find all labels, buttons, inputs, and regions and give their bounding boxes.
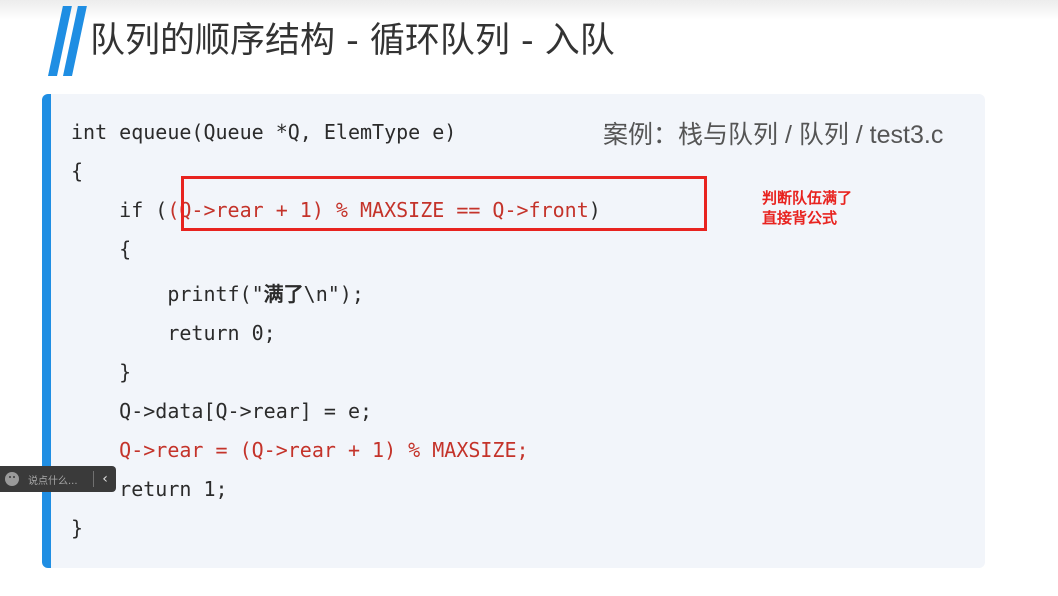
code-line-if-open-brace: { bbox=[71, 237, 132, 261]
code-line-if-close-brace: } bbox=[71, 360, 132, 384]
printf-prefix: printf(" bbox=[167, 282, 264, 306]
highlight-box bbox=[181, 176, 707, 231]
printf-cn-text: 满了 bbox=[263, 282, 304, 306]
printf-indent bbox=[71, 282, 167, 306]
case-label: 案例：栈与队列 / 队列 / test3.c bbox=[603, 121, 944, 149]
code-line-return-0: return 0; bbox=[71, 321, 276, 345]
annotation-note: 判断队伍满了 直接背公式 bbox=[762, 188, 852, 228]
danmaku-bar: 说点什么... ‹ bbox=[0, 466, 116, 492]
code-line-printf: printf("满了\n"); bbox=[71, 280, 364, 308]
printf-suffix: \n"); bbox=[303, 282, 364, 306]
double-slash-mark-icon bbox=[40, 6, 87, 76]
if-keyword: if ( bbox=[71, 198, 168, 222]
danmaku-face-icon[interactable] bbox=[5, 472, 19, 486]
annotation-line-2: 直接背公式 bbox=[762, 209, 838, 227]
danmaku-input[interactable]: 说点什么... bbox=[28, 472, 93, 487]
code-line-data-assign: Q->data[Q->rear] = e; bbox=[71, 399, 373, 423]
code-line-close-brace: } bbox=[71, 516, 84, 540]
annotation-line-1: 判断队伍满了 bbox=[762, 189, 853, 207]
code-line-function-signature: int equeue(Queue *Q, ElemType e) bbox=[71, 120, 457, 144]
code-line-rear-update: Q->rear = (Q->rear + 1) % MAXSIZE; bbox=[71, 438, 529, 462]
page-title: 队列的顺序结构 - 循环队列 - 入队 bbox=[90, 21, 615, 61]
chevron-left-icon[interactable]: ‹ bbox=[94, 466, 116, 492]
code-line-open-brace: { bbox=[71, 159, 84, 183]
